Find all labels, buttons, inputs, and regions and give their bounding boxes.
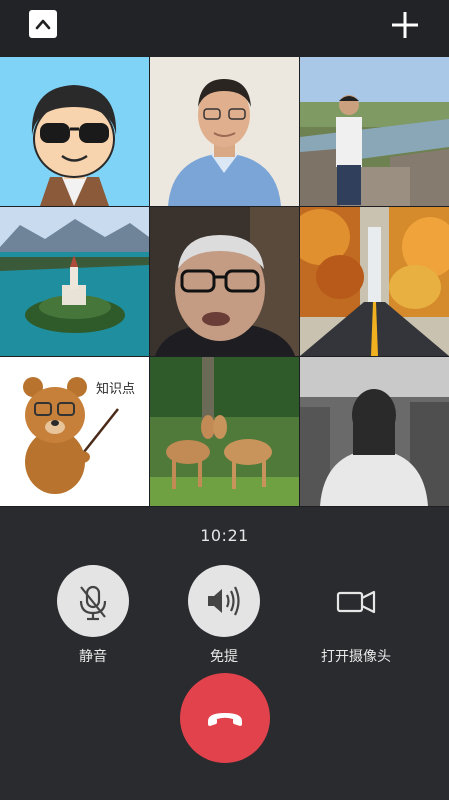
cartoon-man-sunglasses-avatar — [0, 57, 149, 206]
camera-control: 打开摄像头 — [296, 565, 416, 666]
participant-grid: 知识点 — [0, 57, 449, 507]
call-timer: 10:21 — [200, 526, 249, 545]
elderly-man-glasses-video — [150, 207, 299, 356]
participant-tile[interactable] — [0, 207, 149, 356]
participant-tile[interactable] — [150, 357, 299, 506]
speaker-label: 免提 — [210, 649, 238, 665]
participant-tile[interactable] — [150, 207, 299, 356]
speaker-icon — [208, 586, 240, 616]
two-deer-photo — [150, 357, 299, 506]
camera-label: 打开摄像头 — [321, 649, 391, 665]
mute-label: 静音 — [79, 649, 107, 665]
autumn-forest-road-photo — [300, 207, 449, 356]
mute-control: 静音 — [33, 565, 153, 666]
collapse-button[interactable] — [29, 10, 57, 38]
phone-hangup-icon — [208, 713, 242, 726]
speaker-control: 免提 — [164, 565, 284, 666]
video-camera-icon — [336, 590, 376, 614]
participant-tile[interactable] — [150, 57, 299, 206]
lake-bled-island-photo — [0, 207, 149, 356]
chevron-up-icon — [35, 19, 51, 30]
participant-tile[interactable] — [0, 57, 149, 206]
participant-tile[interactable] — [300, 357, 449, 506]
speaker-button[interactable] — [188, 565, 260, 637]
add-participant-button[interactable] — [389, 9, 421, 41]
participant-tile[interactable] — [300, 57, 449, 206]
hang-up-button[interactable] — [180, 673, 270, 763]
cartoon-bear-teacher-avatar: 知识点 — [0, 357, 149, 506]
participant-tile[interactable] — [300, 207, 449, 356]
top-bar — [0, 0, 449, 57]
camera-button[interactable] — [320, 565, 392, 637]
man-great-wall-photo — [300, 57, 449, 206]
man-blue-shirt-photo — [150, 57, 299, 206]
woman-back-cityscape-photo — [300, 357, 449, 506]
participant-tile[interactable]: 知识点 — [0, 357, 149, 506]
plus-icon — [392, 12, 418, 38]
mute-button[interactable] — [57, 565, 129, 637]
bear-caption: 知识点 — [96, 381, 135, 397]
microphone-muted-icon — [79, 585, 107, 621]
